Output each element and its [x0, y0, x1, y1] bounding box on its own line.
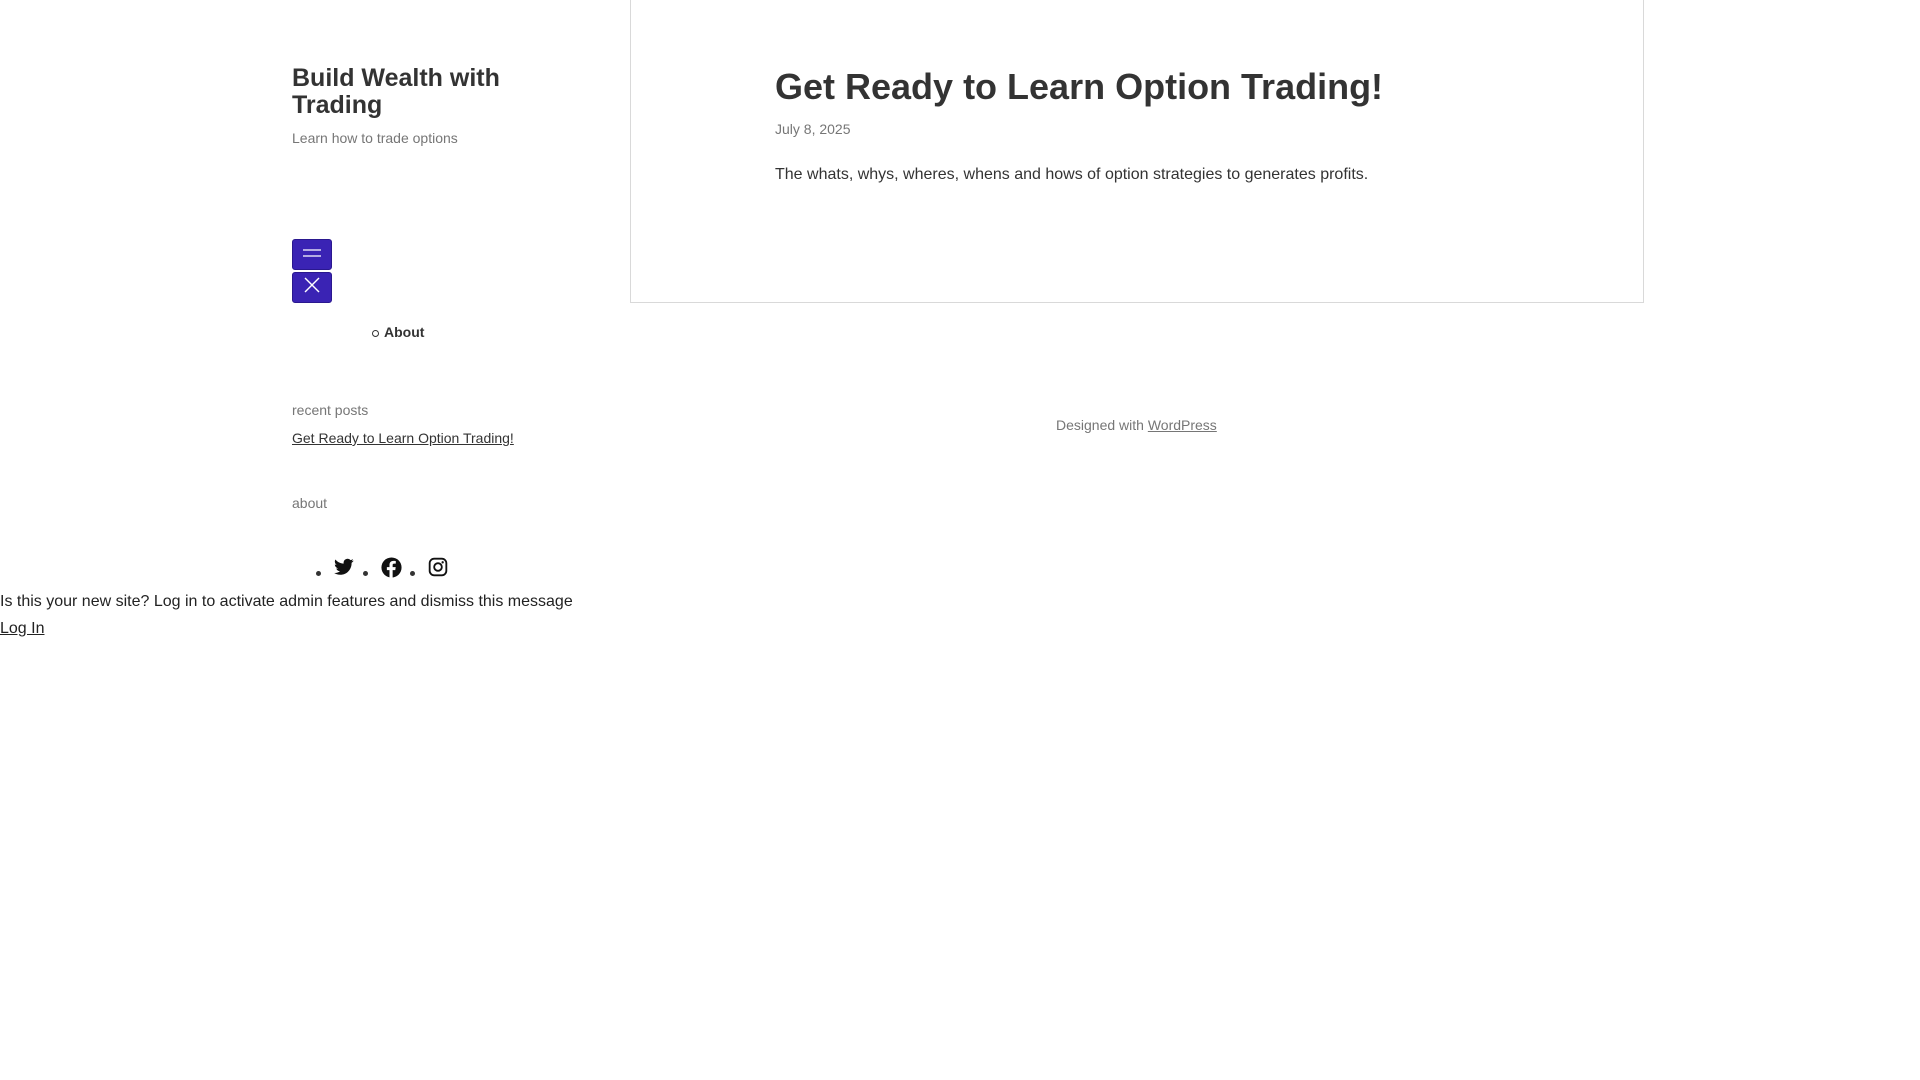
- instagram-icon[interactable]: [427, 556, 449, 578]
- close-icon: [304, 277, 320, 298]
- footer-credit: Designed with WordPress: [1056, 417, 1217, 433]
- nav-item-about[interactable]: About: [372, 324, 424, 340]
- primary-nav: About: [372, 324, 424, 340]
- site-tagline: Learn how to trade options: [292, 130, 458, 146]
- list-bullet: [363, 571, 368, 576]
- admin-notice-message: Is this your new site? Log in to activat…: [0, 593, 573, 610]
- facebook-icon[interactable]: [380, 556, 402, 578]
- credit-prefix: Designed with: [1056, 417, 1144, 433]
- menu-icon: [303, 246, 321, 264]
- twitter-icon[interactable]: [333, 556, 355, 578]
- site-title[interactable]: Build Wealth with Trading: [292, 65, 572, 119]
- recent-posts-heading: recent posts: [292, 402, 369, 418]
- login-link[interactable]: Log In: [0, 620, 44, 638]
- social-item-twitter: [316, 556, 355, 578]
- recent-post-link[interactable]: Get Ready to Learn Option Trading!: [292, 430, 514, 446]
- list-bullet: [410, 571, 415, 576]
- list-bullet: [316, 571, 321, 576]
- social-item-instagram: [410, 556, 449, 578]
- post-card: Get Ready to Learn Option Trading! July …: [630, 0, 1644, 303]
- social-item-facebook: [363, 556, 402, 578]
- post-date[interactable]: July 8, 2025: [775, 121, 851, 137]
- post-title[interactable]: Get Ready to Learn Option Trading!: [775, 66, 1383, 108]
- menu-open-button[interactable]: [292, 239, 332, 270]
- about-heading: about: [292, 495, 328, 511]
- social-links: [316, 556, 457, 578]
- post-excerpt: The whats, whys, wheres, whens and hows …: [775, 166, 1369, 183]
- wordpress-link[interactable]: WordPress: [1148, 417, 1217, 433]
- menu-close-button[interactable]: [292, 272, 332, 303]
